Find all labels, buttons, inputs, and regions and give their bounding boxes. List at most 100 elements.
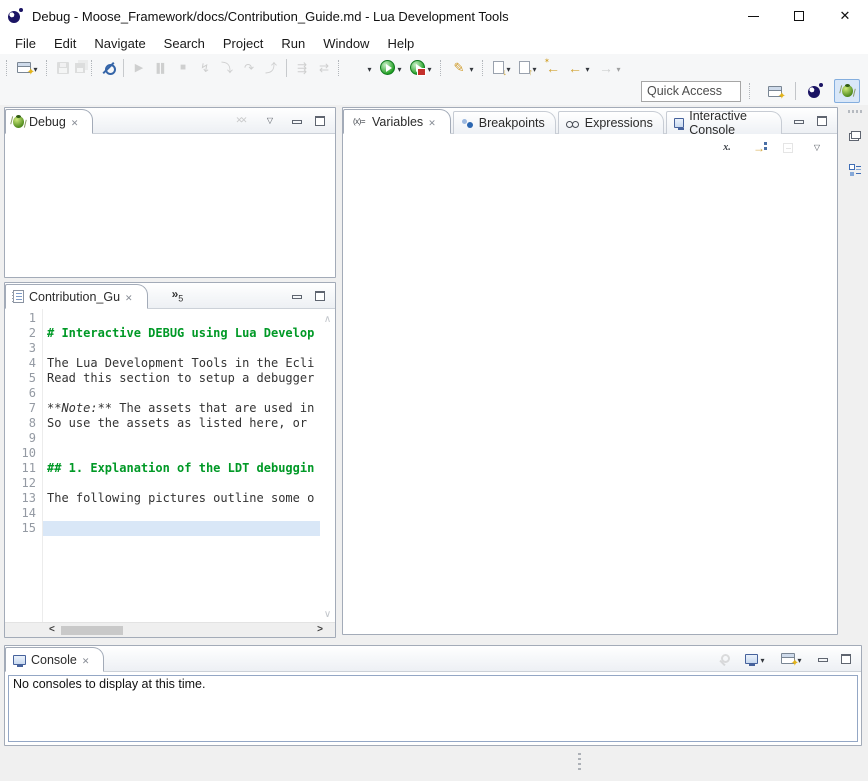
line-number: 10 xyxy=(5,446,42,461)
menu-window[interactable]: Window xyxy=(314,34,378,53)
maximize-button[interactable] xyxy=(814,110,830,132)
menu-edit[interactable]: Edit xyxy=(45,34,85,53)
highlighter-button[interactable] xyxy=(448,57,479,79)
code-line[interactable]: Read this section to setup a debugger xyxy=(43,371,335,386)
window-maximize-button[interactable] xyxy=(776,0,822,32)
display-selected-console-button[interactable] xyxy=(742,648,770,670)
restore-view-button[interactable] xyxy=(846,125,864,147)
display-selected-console-dropdown-icon[interactable] xyxy=(758,652,767,666)
close-icon[interactable] xyxy=(71,115,79,129)
minimize-icon xyxy=(818,654,827,663)
external-tools-button[interactable] xyxy=(407,57,437,79)
disconnect-button xyxy=(194,57,216,79)
menu-help[interactable]: Help xyxy=(378,34,423,53)
tab-debug[interactable]: Debug xyxy=(5,109,93,134)
debug-perspective-button[interactable] xyxy=(834,79,860,103)
outline-view-button[interactable] xyxy=(846,159,864,181)
quick-access-input[interactable]: Quick Access xyxy=(641,81,741,102)
menu-run[interactable]: Run xyxy=(272,34,314,53)
window-minimize-button[interactable] xyxy=(730,0,776,32)
maximize-button[interactable] xyxy=(312,285,328,307)
code-line[interactable] xyxy=(43,431,335,446)
status-bar-grip[interactable] xyxy=(578,753,581,770)
minimize-button[interactable] xyxy=(815,648,830,670)
close-icon[interactable] xyxy=(428,115,436,129)
code-line[interactable] xyxy=(43,386,335,401)
code-area[interactable]: # Interactive DEBUG using Lua Develop The… xyxy=(43,309,335,622)
view-menu-button[interactable] xyxy=(259,110,281,132)
scroll-right-icon[interactable] xyxy=(317,624,323,635)
show-logical-structures-button[interactable] xyxy=(748,137,770,159)
tab-variables[interactable]: Variables xyxy=(343,109,451,134)
run-button[interactable] xyxy=(377,57,407,79)
menu-project[interactable]: Project xyxy=(214,34,272,53)
close-icon[interactable] xyxy=(125,290,133,304)
breakpoints-icon xyxy=(461,117,474,129)
open-perspective-button[interactable] xyxy=(762,79,788,103)
external-tools-dropdown-icon[interactable] xyxy=(425,61,434,75)
step-return-button xyxy=(260,57,282,79)
back-button[interactable] xyxy=(564,57,595,79)
code-line[interactable]: The Lua Development Tools in the Ecli xyxy=(43,356,335,371)
skip-all-breakpoints-button[interactable] xyxy=(99,57,119,79)
minimize-button[interactable] xyxy=(289,110,304,132)
open-console-button[interactable] xyxy=(778,648,807,670)
back-dropdown-icon[interactable] xyxy=(583,61,592,75)
code-line[interactable]: # Interactive DEBUG using Lua Develop xyxy=(43,326,335,341)
code-line[interactable]: **Note:** The assets that are used in xyxy=(43,401,335,416)
code-line[interactable] xyxy=(43,311,335,326)
forward-button xyxy=(595,57,626,79)
variables-view-toolbar xyxy=(343,134,837,161)
tab-expressions[interactable]: Expressions xyxy=(558,111,664,134)
step-over-icon xyxy=(241,60,257,76)
code-line[interactable] xyxy=(43,446,335,461)
console-toolbar xyxy=(709,648,861,670)
code-line[interactable]: The following pictures outline some o xyxy=(43,491,335,506)
new-wizard-button[interactable] xyxy=(14,57,43,79)
highlighter-dropdown-icon[interactable] xyxy=(467,61,476,75)
bug-icon xyxy=(13,116,24,128)
editor-vertical-scrollbar[interactable] xyxy=(320,309,335,622)
minimize-button[interactable] xyxy=(289,285,304,307)
maximize-button[interactable] xyxy=(312,110,328,132)
code-line[interactable] xyxy=(43,476,335,491)
editor-body[interactable]: 123456789101112131415 # Interactive DEBU… xyxy=(5,309,335,622)
lua-perspective-button[interactable] xyxy=(803,79,829,103)
next-annotation-button[interactable] xyxy=(490,57,516,79)
code-line-current[interactable] xyxy=(43,521,335,536)
tab-interactive-console[interactable]: Interactive Console xyxy=(666,111,782,134)
menu-navigate[interactable]: Navigate xyxy=(85,34,154,53)
tab-console[interactable]: Console xyxy=(5,647,104,672)
code-line[interactable]: ## 1. Explanation of the LDT debuggin xyxy=(43,461,335,476)
debug-button[interactable] xyxy=(346,57,377,79)
code-line[interactable] xyxy=(43,341,335,356)
minimize-button[interactable] xyxy=(791,110,806,132)
trim-grip[interactable] xyxy=(848,110,862,113)
run-dropdown-icon[interactable] xyxy=(395,61,404,75)
hidden-editors-indicator[interactable]: »5 xyxy=(172,287,184,303)
view-menu-button[interactable] xyxy=(806,137,828,159)
show-type-names-button[interactable] xyxy=(716,137,738,159)
menu-file[interactable]: File xyxy=(6,34,45,53)
menu-search[interactable]: Search xyxy=(155,34,214,53)
maximize-button[interactable] xyxy=(838,648,854,670)
tab-contribution-guide[interactable]: Contribution_Gu xyxy=(5,284,148,309)
previous-annotation-icon xyxy=(519,61,530,74)
step-over-button xyxy=(238,57,260,79)
last-edit-location-button[interactable] xyxy=(542,57,564,79)
code-line[interactable] xyxy=(43,506,335,521)
debug-dropdown-icon[interactable] xyxy=(365,61,374,75)
view-menu-icon xyxy=(809,140,825,156)
scroll-up-icon[interactable] xyxy=(324,311,331,325)
editor-horizontal-scrollbar[interactable] xyxy=(5,622,335,637)
code-line[interactable]: So use the assets as listed here, or xyxy=(43,416,335,431)
scroll-down-icon[interactable] xyxy=(324,606,331,620)
scrollbar-thumb[interactable] xyxy=(61,626,123,635)
scroll-left-icon[interactable] xyxy=(49,624,55,635)
pin-console-button xyxy=(716,648,734,670)
window-close-button[interactable] xyxy=(822,0,868,32)
resume-button xyxy=(128,57,150,79)
tab-breakpoints[interactable]: Breakpoints xyxy=(453,111,556,134)
close-icon[interactable] xyxy=(82,653,90,667)
previous-annotation-button[interactable] xyxy=(516,57,542,79)
